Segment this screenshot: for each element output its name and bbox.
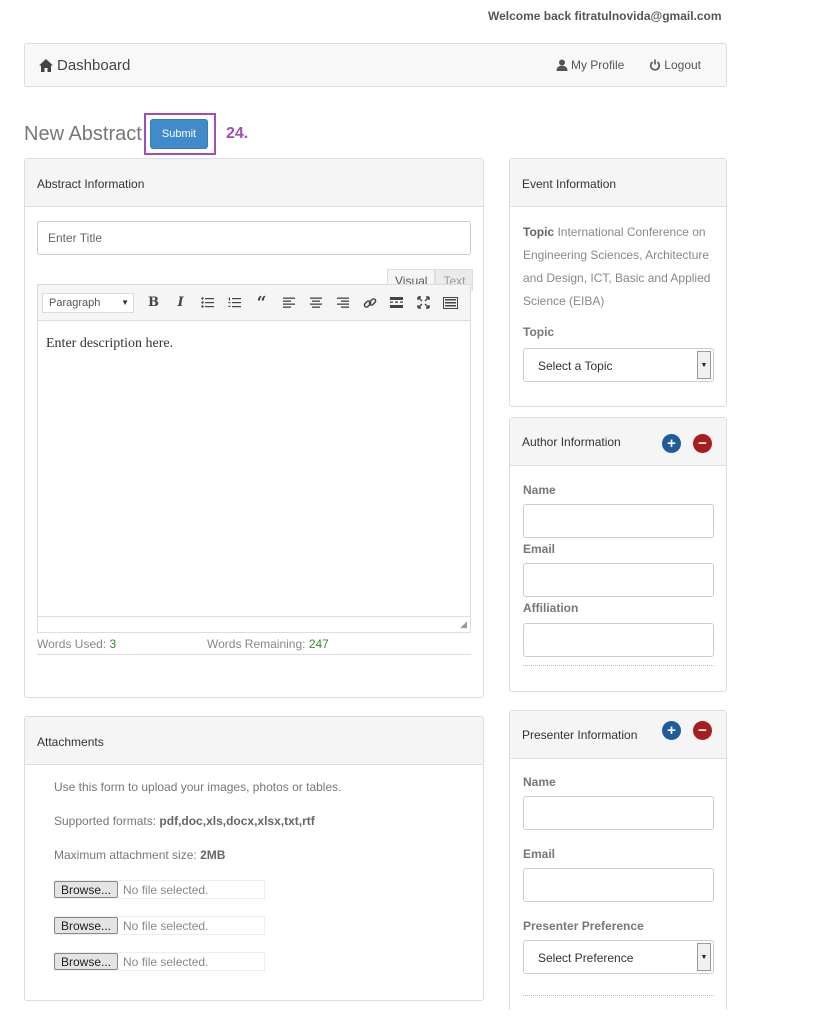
- submit-button[interactable]: Submit: [150, 119, 208, 149]
- author-divider: [523, 665, 714, 666]
- author-name-label: Name: [523, 483, 556, 497]
- select-arrow-icon: ▼: [697, 351, 711, 379]
- presenter-email-input[interactable]: [523, 868, 714, 902]
- topic-select[interactable]: Select a Topic ▼: [523, 348, 714, 382]
- resize-handle-icon[interactable]: ◢: [460, 619, 467, 630]
- align-right-icon[interactable]: [329, 292, 356, 314]
- presenter-name-label: Name: [523, 775, 556, 789]
- editor-statusbar: ◢: [38, 616, 470, 632]
- navbar: Dashboard My Profile Logout: [24, 43, 727, 87]
- author-information-panel: Author Information + − Name Email Affili…: [509, 417, 727, 692]
- topic-select-value: Select a Topic: [538, 359, 613, 373]
- words-remaining-value: 247: [308, 637, 329, 651]
- dashboard-link[interactable]: Dashboard: [38, 57, 130, 74]
- event-topic-text: Topic International Conference on Engine…: [523, 221, 718, 313]
- author-email-label: Email: [523, 542, 556, 556]
- add-presenter-icon[interactable]: +: [662, 721, 681, 740]
- presenter-name-input[interactable]: [523, 796, 714, 830]
- italic-icon[interactable]: I: [167, 292, 194, 314]
- description-editor: Paragraph ▼ B I “ Enter description here…: [37, 284, 471, 633]
- supported-formats-value: pdf,doc,xls,docx,xlsx,txt,rtf: [159, 814, 315, 828]
- title-input[interactable]: [37, 221, 471, 255]
- file-status-1: No file selected.: [123, 882, 209, 897]
- read-more-icon[interactable]: [383, 292, 410, 314]
- presenter-email-label: Email: [523, 847, 556, 861]
- user-icon: [556, 59, 568, 71]
- browse-button-3[interactable]: Browse...: [54, 953, 119, 970]
- my-profile-label: My Profile: [570, 58, 625, 72]
- supported-formats: Supported formats: pdf,doc,xls,docx,xlsx…: [54, 814, 315, 828]
- max-size-label: Maximum attachment size:: [54, 848, 197, 862]
- remove-presenter-icon[interactable]: −: [693, 721, 712, 740]
- event-panel-heading: Event Information: [510, 159, 726, 207]
- abstract-information-panel: Abstract Information Visual Text Paragra…: [24, 158, 484, 698]
- file-input-3: Browse... No file selected.: [54, 952, 265, 971]
- bullet-list-icon[interactable]: [194, 292, 221, 314]
- author-name-input[interactable]: [523, 504, 714, 538]
- attachments-panel: Attachments Use this form to upload your…: [24, 716, 484, 1001]
- file-input-2: Browse... No file selected.: [54, 916, 265, 935]
- author-panel-heading: Author Information + −: [510, 418, 726, 466]
- file-input-1: Browse... No file selected.: [54, 880, 265, 899]
- words-remaining-label: Words Remaining:: [207, 637, 306, 651]
- bold-icon[interactable]: B: [140, 292, 167, 314]
- attachments-panel-heading: Attachments: [25, 717, 483, 765]
- presenter-preference-value: Select Preference: [538, 951, 634, 965]
- format-select[interactable]: Paragraph ▼: [42, 292, 134, 313]
- word-count-row: Words Used: 3 Words Remaining: 247: [37, 637, 471, 655]
- presenter-panel-title: Presenter Information: [522, 728, 638, 742]
- editor-content[interactable]: Enter description here.: [38, 321, 470, 367]
- browse-button-1[interactable]: Browse...: [54, 881, 119, 898]
- event-information-panel: Event Information Topic International Co…: [509, 158, 727, 407]
- words-used: Words Used: 3: [37, 637, 116, 651]
- power-icon: [649, 59, 661, 71]
- numbered-list-icon[interactable]: [221, 292, 248, 314]
- editor-toolbar: Paragraph ▼ B I “: [38, 285, 470, 321]
- words-used-label: Words Used:: [37, 637, 107, 651]
- abstract-panel-heading: Abstract Information: [25, 159, 483, 207]
- annotation-step-label: 24.: [226, 125, 249, 142]
- presenter-preference-label: Presenter Preference: [523, 919, 644, 933]
- author-affiliation-label: Affiliation: [523, 601, 579, 615]
- supported-formats-label: Supported formats:: [54, 814, 157, 828]
- presenter-information-panel: Presenter Information + − Name Email Pre…: [509, 710, 727, 1010]
- presenter-divider: [523, 995, 714, 996]
- caret-down-icon: ▼: [121, 298, 129, 307]
- select-arrow-icon: ▼: [697, 943, 711, 971]
- dashboard-label: Dashboard: [57, 57, 131, 74]
- event-topic-inline-label: Topic: [523, 225, 555, 239]
- page-title: New Abstract: [24, 123, 142, 145]
- welcome-message: Welcome back fitratulnovida@gmail.com: [488, 9, 722, 23]
- home-icon: [38, 58, 54, 73]
- keyboard-toggle-icon[interactable]: [437, 292, 464, 314]
- browse-button-2[interactable]: Browse...: [54, 917, 119, 934]
- author-panel-title: Author Information: [522, 435, 621, 449]
- presenter-preference-select[interactable]: Select Preference ▼: [523, 940, 714, 974]
- attachments-intro: Use this form to upload your images, pho…: [54, 780, 342, 794]
- words-used-value: 3: [109, 637, 117, 651]
- author-email-input[interactable]: [523, 563, 714, 597]
- logout-label: Logout: [664, 58, 701, 72]
- logout-link[interactable]: Logout: [649, 58, 701, 72]
- topic-field-label: Topic: [523, 325, 555, 339]
- align-left-icon[interactable]: [275, 292, 302, 314]
- link-icon[interactable]: [356, 292, 383, 314]
- max-size-value: 2MB: [200, 848, 226, 862]
- align-center-icon[interactable]: [302, 292, 329, 314]
- remove-author-icon[interactable]: −: [693, 434, 712, 453]
- presenter-panel-heading: Presenter Information + −: [510, 711, 726, 759]
- format-select-value: Paragraph: [49, 296, 101, 309]
- my-profile-link[interactable]: My Profile: [556, 58, 624, 72]
- max-attachment-size: Maximum attachment size: 2MB: [54, 848, 225, 862]
- author-affiliation-input[interactable]: [523, 623, 714, 657]
- blockquote-icon[interactable]: “: [248, 292, 275, 314]
- fullscreen-icon[interactable]: [410, 292, 437, 314]
- file-status-3: No file selected.: [123, 954, 209, 969]
- file-status-2: No file selected.: [123, 918, 209, 933]
- add-author-icon[interactable]: +: [662, 434, 681, 453]
- words-remaining: Words Remaining: 247: [207, 637, 329, 651]
